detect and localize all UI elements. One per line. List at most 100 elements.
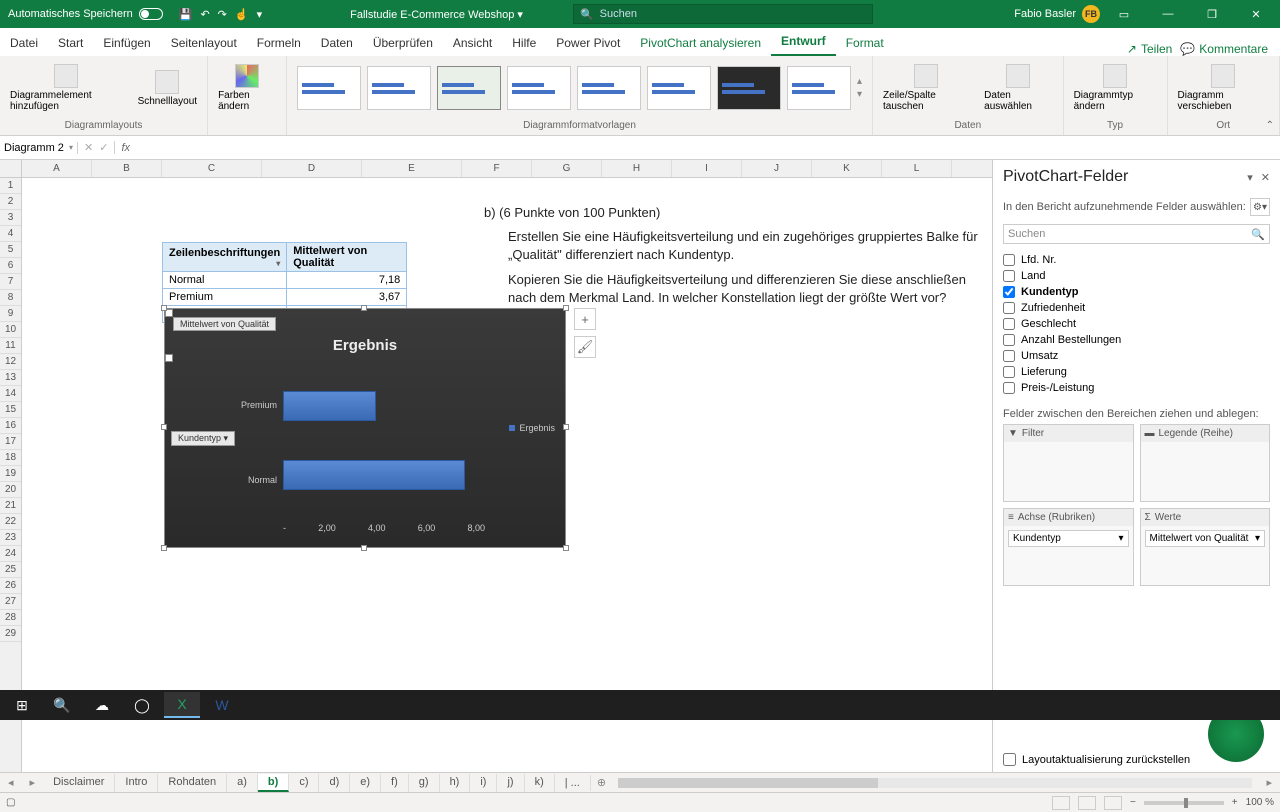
field-checkbox[interactable] bbox=[1003, 350, 1015, 362]
tab-ueberpruefen[interactable]: Überprüfen bbox=[363, 30, 443, 56]
row-header[interactable]: 10 bbox=[0, 322, 21, 338]
field-item[interactable]: Lfd. Nr. bbox=[1003, 252, 1274, 268]
add-sheet-icon[interactable]: ⊕ bbox=[591, 776, 612, 789]
sheet-tab[interactable]: e) bbox=[350, 774, 381, 792]
select-all-button[interactable] bbox=[0, 160, 22, 178]
tab-daten[interactable]: Daten bbox=[311, 30, 363, 56]
row-header[interactable]: 9 bbox=[0, 306, 21, 322]
chart-style-2[interactable] bbox=[367, 66, 431, 110]
collapse-ribbon-icon[interactable]: ⌃ bbox=[1266, 120, 1274, 131]
user-account[interactable]: Fabio Basler FB bbox=[1014, 5, 1100, 23]
name-box[interactable]: Diagramm 2▾ bbox=[0, 142, 78, 154]
chart-style-1[interactable] bbox=[297, 66, 361, 110]
field-item[interactable]: Preis-/Leistung bbox=[1003, 380, 1274, 396]
change-chart-type-button[interactable]: Diagrammtyp ändern bbox=[1068, 60, 1163, 116]
sheet-tab[interactable]: d) bbox=[319, 774, 350, 792]
row-header[interactable]: 17 bbox=[0, 434, 21, 450]
row-header[interactable]: 28 bbox=[0, 610, 21, 626]
tab-datei[interactable]: Datei bbox=[0, 30, 48, 56]
excel-icon[interactable]: X bbox=[164, 692, 200, 718]
row-header[interactable]: 1 bbox=[0, 178, 21, 194]
field-item[interactable]: Lieferung bbox=[1003, 364, 1274, 380]
col-header[interactable]: F bbox=[462, 160, 532, 177]
field-item[interactable]: Land bbox=[1003, 268, 1274, 284]
chart-style-6[interactable] bbox=[647, 66, 711, 110]
col-header[interactable]: A bbox=[22, 160, 92, 177]
select-data-button[interactable]: Daten auswählen bbox=[978, 60, 1058, 116]
accept-formula-icon[interactable]: ✓ bbox=[99, 141, 108, 154]
field-checkbox[interactable] bbox=[1003, 318, 1015, 330]
col-header[interactable]: J bbox=[742, 160, 812, 177]
word-icon[interactable]: W bbox=[204, 692, 240, 718]
row-header[interactable]: 15 bbox=[0, 402, 21, 418]
chart-legend[interactable]: Ergebnis bbox=[509, 423, 555, 433]
share-button[interactable]: ↗ Teilen bbox=[1127, 42, 1172, 56]
tab-entwurf[interactable]: Entwurf bbox=[771, 28, 836, 56]
row-header[interactable]: 8 bbox=[0, 290, 21, 306]
sheet-tab[interactable]: Intro bbox=[115, 774, 158, 792]
zoom-in-icon[interactable]: + bbox=[1232, 797, 1238, 808]
axis-area[interactable]: ≡ Achse (Rubriken)Kundentyp▾ bbox=[1003, 508, 1134, 586]
row-header[interactable]: 20 bbox=[0, 482, 21, 498]
row-header[interactable]: 7 bbox=[0, 274, 21, 290]
field-checkbox[interactable] bbox=[1003, 270, 1015, 282]
filename[interactable]: Fallstudie E-Commerce Webshop ▾ bbox=[350, 8, 523, 21]
row-header[interactable]: 16 bbox=[0, 418, 21, 434]
zoom-level[interactable]: 100 % bbox=[1246, 797, 1274, 808]
chart-style-5[interactable] bbox=[577, 66, 641, 110]
field-checkbox[interactable] bbox=[1003, 366, 1015, 378]
row-header[interactable]: 21 bbox=[0, 498, 21, 514]
col-header[interactable]: B bbox=[92, 160, 162, 177]
row-header[interactable]: 29 bbox=[0, 626, 21, 642]
row-header[interactable]: 12 bbox=[0, 354, 21, 370]
field-item[interactable]: Zufriedenheit bbox=[1003, 300, 1274, 316]
dropdown-icon[interactable]: ▾ bbox=[276, 259, 280, 268]
normal-view-icon[interactable] bbox=[1052, 796, 1070, 810]
sheet-more[interactable]: | ... bbox=[555, 775, 591, 791]
sheet-nav-prev-icon[interactable]: ◂ bbox=[0, 776, 22, 789]
sheet-tab[interactable]: j) bbox=[497, 774, 524, 792]
row-header[interactable]: 25 bbox=[0, 562, 21, 578]
col-header[interactable]: C bbox=[162, 160, 262, 177]
page-layout-view-icon[interactable] bbox=[1078, 796, 1096, 810]
field-checkbox[interactable] bbox=[1003, 334, 1015, 346]
row-header[interactable]: 2 bbox=[0, 194, 21, 210]
sheet-tab[interactable]: f) bbox=[381, 774, 409, 792]
search-taskbar-icon[interactable]: 🔍 bbox=[44, 692, 80, 718]
chart-style-3[interactable] bbox=[437, 66, 501, 110]
styles-more-icon[interactable]: ▴▾ bbox=[857, 76, 862, 100]
sheet-tab[interactable]: g) bbox=[409, 774, 440, 792]
legend-area[interactable]: ▬ Legende (Reihe) bbox=[1140, 424, 1271, 502]
search-box[interactable]: 🔍 Suchen bbox=[573, 4, 873, 24]
pivot-chart[interactable]: Mittelwert von Qualität Kundentyp ▾ Erge… bbox=[164, 308, 566, 548]
col-header[interactable]: D bbox=[262, 160, 362, 177]
fx-icon[interactable]: fx bbox=[115, 142, 136, 154]
chart-values-pill[interactable]: Mittelwert von Qualität bbox=[173, 317, 276, 331]
row-header[interactable]: 6 bbox=[0, 258, 21, 274]
chart-style-7[interactable] bbox=[717, 66, 781, 110]
change-colors-button[interactable]: Farben ändern bbox=[212, 60, 282, 116]
field-checkbox[interactable] bbox=[1003, 254, 1015, 266]
comments-button[interactable]: 💬 Kommentare bbox=[1180, 42, 1268, 56]
sheet-tab[interactable]: i) bbox=[470, 774, 497, 792]
chart-style-8[interactable] bbox=[787, 66, 851, 110]
zoom-slider[interactable] bbox=[1144, 801, 1224, 805]
sheet-nav-next-icon[interactable]: ▸ bbox=[22, 776, 44, 789]
field-item[interactable]: Anzahl Bestellungen bbox=[1003, 332, 1274, 348]
touch-icon[interactable]: ☝ bbox=[235, 8, 249, 21]
gear-icon[interactable]: ⚙▾ bbox=[1250, 198, 1270, 216]
minimize-icon[interactable]: — bbox=[1148, 0, 1188, 28]
col-header[interactable]: E bbox=[362, 160, 462, 177]
row-header[interactable]: 14 bbox=[0, 386, 21, 402]
close-icon[interactable]: ✕ bbox=[1236, 0, 1276, 28]
record-macro-icon[interactable]: ▢ bbox=[6, 797, 15, 808]
values-item[interactable]: Mittelwert von Qualität▾ bbox=[1145, 530, 1266, 547]
app-icon[interactable]: ☁ bbox=[84, 692, 120, 718]
row-header[interactable]: 26 bbox=[0, 578, 21, 594]
page-break-view-icon[interactable] bbox=[1104, 796, 1122, 810]
app-icon[interactable]: ◯ bbox=[124, 692, 160, 718]
maximize-icon[interactable]: ❐ bbox=[1192, 0, 1232, 28]
row-header[interactable]: 4 bbox=[0, 226, 21, 242]
row-header[interactable]: 18 bbox=[0, 450, 21, 466]
tab-powerpivot[interactable]: Power Pivot bbox=[546, 30, 630, 56]
